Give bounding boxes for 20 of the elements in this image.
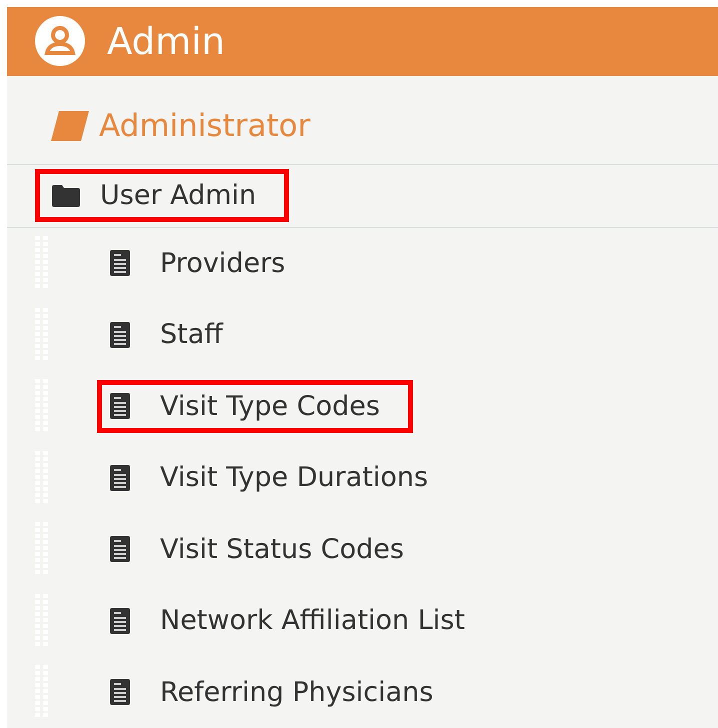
document-icon	[110, 322, 130, 348]
header-title: Admin	[107, 20, 225, 63]
folder-item[interactable]: User Admin	[35, 169, 290, 222]
menu-item[interactable]: Visit Status Codes	[97, 522, 437, 576]
section-title: Administrator	[99, 108, 310, 144]
folder-icon	[52, 184, 80, 206]
user-icon	[35, 16, 85, 66]
parallelogram-icon	[51, 110, 89, 140]
menu-item[interactable]: Network Affiliation List	[97, 594, 498, 648]
document-icon	[110, 536, 130, 562]
menu-item[interactable]: Referring Physicians	[97, 666, 466, 719]
menu-item[interactable]: Staff	[97, 308, 256, 362]
document-icon	[110, 679, 130, 706]
document-icon	[110, 464, 130, 491]
document-icon	[110, 393, 130, 420]
menu-item[interactable]: Visit Type Codes	[97, 380, 413, 433]
document-icon	[110, 608, 130, 634]
document-icon	[110, 250, 130, 276]
menu-item[interactable]: Providers	[97, 236, 318, 290]
menu-item[interactable]: Visit Type Durations	[97, 451, 462, 504]
